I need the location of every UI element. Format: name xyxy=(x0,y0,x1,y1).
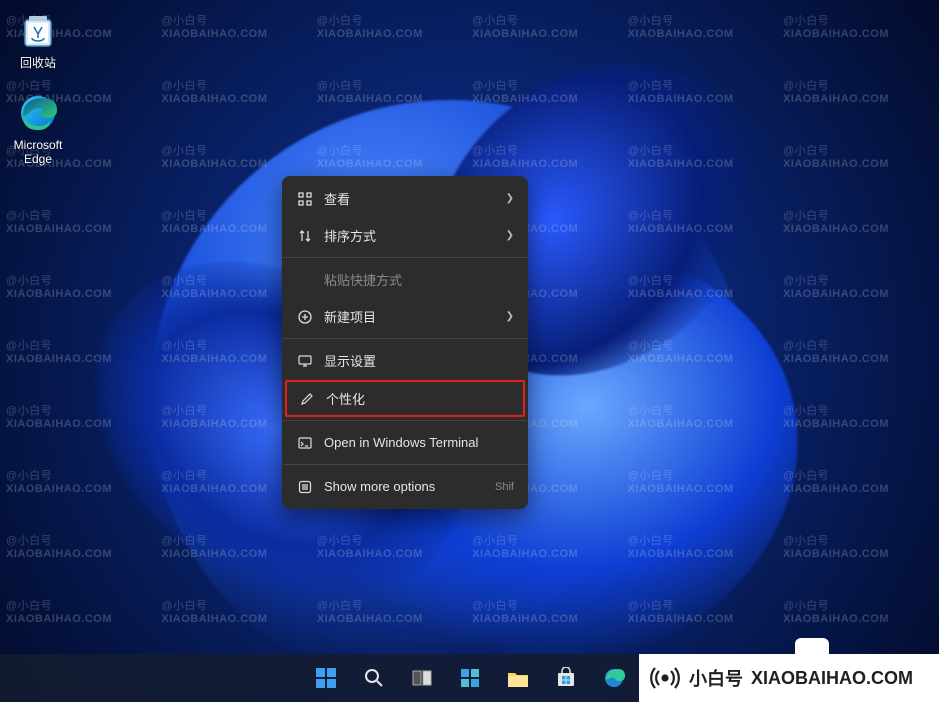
desktop-context-menu: 查看 ❯ 排序方式 ❯ 粘贴快捷方式 新建项目 ❯ xyxy=(282,176,528,509)
menu-item-display-settings[interactable]: 显示设置 xyxy=(282,342,528,379)
terminal-icon xyxy=(296,434,314,452)
more-options-icon xyxy=(296,478,314,496)
edge-icon xyxy=(17,92,59,134)
desktop[interactable]: @小白号XIAOBAIHAO.COM@小白号XIAOBAIHAO.COM@小白号… xyxy=(0,0,939,702)
watermark-logo-overlay: 小白号 XIAOBAIHAO.COM xyxy=(639,654,939,702)
desktop-icon-edge[interactable]: Microsoft Edge xyxy=(0,92,76,166)
file-explorer-button[interactable] xyxy=(498,658,538,698)
edge-taskbar-button[interactable] xyxy=(594,658,634,698)
desktop-icon-recycle-bin[interactable]: 回收站 xyxy=(0,8,76,71)
recycle-bin-icon xyxy=(17,8,59,50)
menu-label: 查看 xyxy=(324,189,498,208)
chevron-right-icon: ❯ xyxy=(506,193,514,204)
chevron-right-icon: ❯ xyxy=(506,230,514,241)
microsoft-store-button[interactable] xyxy=(546,658,586,698)
menu-item-personalize[interactable]: 个性化 xyxy=(285,380,525,417)
menu-separator xyxy=(283,338,527,339)
menu-label: Show more options xyxy=(324,479,495,494)
menu-label: 粘贴快捷方式 xyxy=(324,270,514,289)
search-button[interactable] xyxy=(354,658,394,698)
plus-circle-icon xyxy=(296,308,314,326)
menu-item-show-more-options[interactable]: Show more options Shif xyxy=(282,468,528,505)
menu-label: 显示设置 xyxy=(324,351,514,370)
menu-label: 个性化 xyxy=(326,389,512,408)
menu-item-open-terminal[interactable]: Open in Windows Terminal xyxy=(282,424,528,461)
start-button[interactable] xyxy=(306,658,346,698)
menu-item-view[interactable]: 查看 ❯ xyxy=(282,180,528,217)
desktop-icon-label: Microsoft Edge xyxy=(0,138,76,166)
menu-separator xyxy=(283,420,527,421)
broadcast-icon xyxy=(649,662,681,694)
desktop-icon-label: 回收站 xyxy=(20,54,56,71)
menu-separator xyxy=(283,257,527,258)
pen-icon xyxy=(298,390,316,408)
menu-shortcut-hint: Shif xyxy=(495,481,514,493)
menu-label: 新建项目 xyxy=(324,307,498,326)
speech-bubble-icon xyxy=(795,638,829,666)
menu-item-sort[interactable]: 排序方式 ❯ xyxy=(282,217,528,254)
sort-icon xyxy=(296,227,314,245)
logo-text-en: XIAOBAIHAO.COM xyxy=(751,668,913,689)
grid-icon xyxy=(296,190,314,208)
menu-separator xyxy=(283,464,527,465)
menu-label: Open in Windows Terminal xyxy=(324,435,514,450)
menu-label: 排序方式 xyxy=(324,226,498,245)
task-view-button[interactable] xyxy=(402,658,442,698)
widgets-button[interactable] xyxy=(450,658,490,698)
blank-icon xyxy=(296,271,314,289)
logo-text-cn: 小白号 xyxy=(689,665,743,691)
menu-item-paste-shortcut: 粘贴快捷方式 xyxy=(282,261,528,298)
chevron-right-icon: ❯ xyxy=(506,311,514,322)
monitor-icon xyxy=(296,352,314,370)
menu-item-new[interactable]: 新建项目 ❯ xyxy=(282,298,528,335)
